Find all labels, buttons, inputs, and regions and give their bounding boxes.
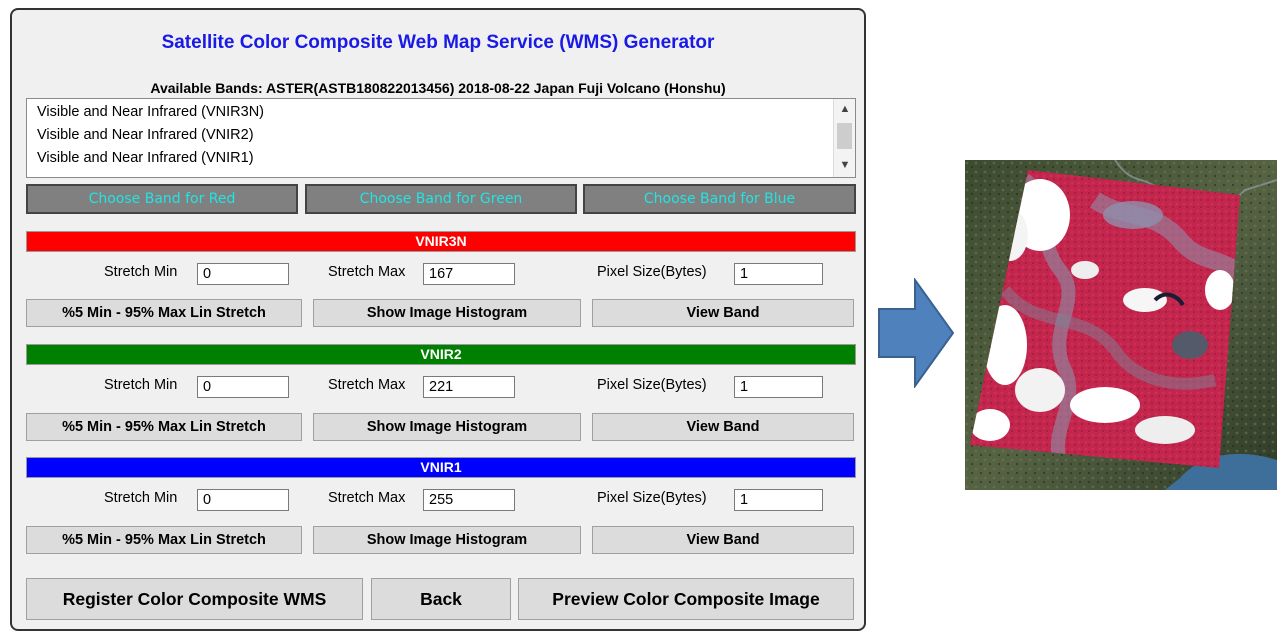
- pixel-size-label: Pixel Size(Bytes): [597, 490, 707, 506]
- choose-green-button[interactable]: Choose Band for Green: [305, 184, 577, 214]
- scroll-down-icon[interactable]: ▼: [834, 159, 856, 171]
- scroll-thumb[interactable]: [837, 123, 852, 149]
- blue-lin-stretch-button[interactable]: %5 Min - 95% Max Lin Stretch: [26, 526, 302, 554]
- red-pixel-size-input[interactable]: [734, 263, 823, 285]
- green-stretch-min-input[interactable]: [197, 376, 289, 398]
- choose-red-button[interactable]: Choose Band for Red: [26, 184, 298, 214]
- right-arrow-icon: [878, 278, 955, 388]
- register-wms-button[interactable]: Register Color Composite WMS: [26, 578, 363, 620]
- preview-composite-button[interactable]: Preview Color Composite Image: [518, 578, 854, 620]
- list-item-vnir3n[interactable]: Visible and Near Infrared (VNIR3N): [37, 104, 264, 120]
- red-view-band-button[interactable]: View Band: [592, 299, 854, 327]
- blue-pixel-size-input[interactable]: [734, 489, 823, 511]
- back-button[interactable]: Back: [371, 578, 511, 620]
- available-bands-label: Available Bands: ASTER(ASTB180822013456)…: [150, 80, 726, 96]
- wms-generator-panel: Satellite Color Composite Web Map Servic…: [10, 8, 866, 631]
- listbox-scrollbar[interactable]: ▲ ▼: [833, 99, 855, 177]
- list-item-vnir1[interactable]: Visible and Near Infrared (VNIR1): [37, 150, 254, 166]
- stretch-max-label: Stretch Max: [328, 377, 406, 393]
- pixel-size-label: Pixel Size(Bytes): [597, 377, 707, 393]
- pixel-size-label: Pixel Size(Bytes): [597, 264, 707, 280]
- green-histogram-button[interactable]: Show Image Histogram: [313, 413, 581, 441]
- blue-stretch-max-input[interactable]: [423, 489, 515, 511]
- page-title: Satellite Color Composite Web Map Servic…: [161, 32, 715, 53]
- green-pixel-size-input[interactable]: [734, 376, 823, 398]
- green-band-bar: VNIR2: [26, 344, 856, 365]
- stretch-min-label: Stretch Min: [104, 377, 178, 393]
- green-stretch-max-input[interactable]: [423, 376, 515, 398]
- list-item-vnir2[interactable]: Visible and Near Infrared (VNIR2): [37, 127, 254, 143]
- blue-band-bar: VNIR1: [26, 457, 856, 478]
- red-stretch-min-input[interactable]: [197, 263, 289, 285]
- stretch-min-label: Stretch Min: [104, 264, 178, 280]
- stretch-min-label: Stretch Min: [104, 490, 178, 506]
- blue-histogram-button[interactable]: Show Image Histogram: [313, 526, 581, 554]
- band-listbox[interactable]: Visible and Near Infrared (VNIR3N) Visib…: [26, 98, 856, 178]
- red-band-bar: VNIR3N: [26, 231, 856, 252]
- color-composite-preview-image: [965, 160, 1277, 490]
- scroll-up-icon[interactable]: ▲: [834, 103, 856, 115]
- red-stretch-max-input[interactable]: [423, 263, 515, 285]
- choose-blue-button[interactable]: Choose Band for Blue: [583, 184, 856, 214]
- red-histogram-button[interactable]: Show Image Histogram: [313, 299, 581, 327]
- stretch-max-label: Stretch Max: [328, 490, 406, 506]
- blue-view-band-button[interactable]: View Band: [592, 526, 854, 554]
- green-lin-stretch-button[interactable]: %5 Min - 95% Max Lin Stretch: [26, 413, 302, 441]
- red-lin-stretch-button[interactable]: %5 Min - 95% Max Lin Stretch: [26, 299, 302, 327]
- blue-stretch-min-input[interactable]: [197, 489, 289, 511]
- green-view-band-button[interactable]: View Band: [592, 413, 854, 441]
- stretch-max-label: Stretch Max: [328, 264, 406, 280]
